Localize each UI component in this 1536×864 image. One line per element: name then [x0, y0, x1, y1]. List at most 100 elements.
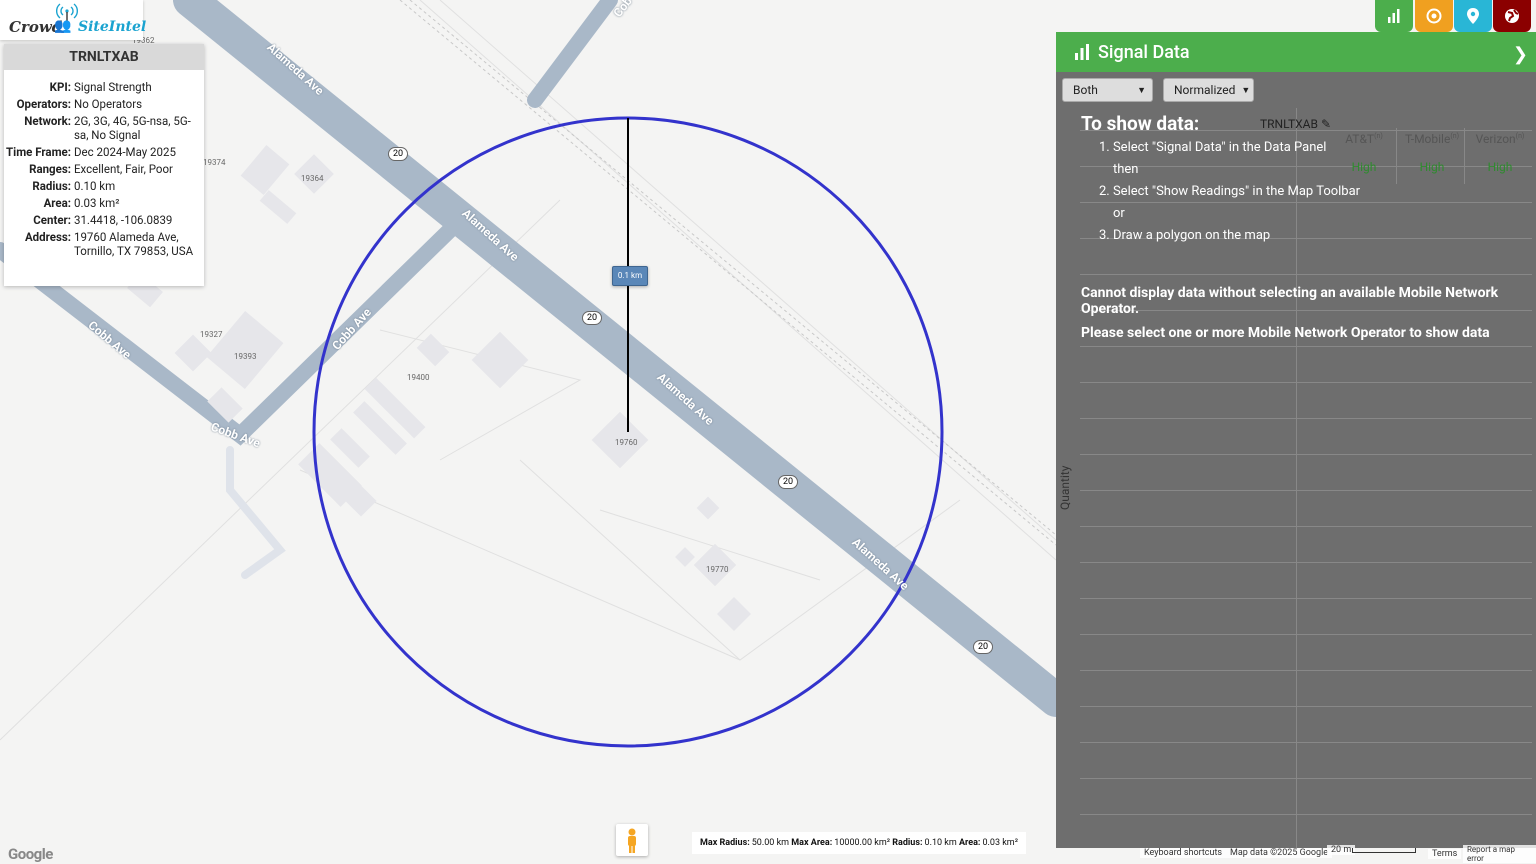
select-value: Normalized	[1174, 83, 1236, 97]
globe-button[interactable]	[1493, 0, 1531, 32]
info-key: Address:	[24, 230, 71, 244]
bar-chart-icon	[1075, 44, 1089, 60]
google-logo[interactable]: Google	[8, 845, 53, 863]
instruction-step: 3. Draw a polygon on the map	[1099, 228, 1271, 243]
target-icon	[1426, 8, 1442, 24]
status-value: 50.00 km	[751, 838, 790, 848]
target-button[interactable]	[1415, 0, 1453, 32]
warning-message: Cannot display data without selecting an…	[1081, 285, 1521, 341]
route-shield: 20	[582, 311, 602, 325]
site-info-title: TRNLTXAB	[4, 44, 204, 70]
info-value: Dec 2024-May 2025	[74, 145, 176, 159]
info-key: Radius:	[32, 179, 71, 193]
info-row-kpi: KPI: Signal Strength	[4, 80, 204, 94]
status-key: Max Radius:	[700, 838, 750, 848]
info-value: Signal Strength	[74, 80, 152, 94]
route-shield: 20	[973, 640, 993, 654]
info-key: Operators:	[16, 97, 71, 111]
parcel-label: 19327	[200, 330, 223, 339]
instructions: To show data: 1. Select "Signal Data" in…	[1081, 112, 1381, 243]
status-key: Area:	[958, 838, 981, 848]
instruction-step: 2. Select "Show Readings" in the Map Too…	[1099, 184, 1361, 199]
info-row-center: Center: 31.4418, -106.0839	[4, 213, 204, 227]
info-value: No Operators	[74, 97, 143, 111]
info-key: Center:	[33, 213, 71, 227]
operator-value: High	[1487, 160, 1513, 174]
pegman-icon	[628, 828, 636, 853]
info-row-timeframe: Time Frame: Dec 2024-May 2025	[4, 145, 204, 159]
map-status-bar: Max Radius: 50.00 km Max Area: 10000.00 km…	[692, 832, 1026, 854]
scale-label: 20 m	[1327, 845, 1356, 855]
panel-title: Signal Data	[1098, 41, 1190, 63]
globe-icon	[1505, 9, 1519, 23]
info-value: 19760 Alameda Ave, Tornillo, TX 79853, U…	[74, 230, 194, 258]
operator-sup: (n)	[1450, 132, 1460, 140]
status-value: 0.03 km²	[982, 838, 1019, 848]
signal-data-panel: Signal Data ❯ Both ▼ Normalized ▼ Quantity	[1056, 32, 1536, 848]
parcel-label: 19374	[203, 158, 226, 167]
chevron-down-icon: ▼	[1241, 85, 1251, 96]
info-key: Ranges:	[29, 162, 71, 176]
normalization-select[interactable]: Normalized ▼	[1163, 78, 1254, 102]
status-key: Max Area:	[791, 838, 833, 848]
operator-name: T-Mobile	[1404, 132, 1451, 146]
info-row-area: Area: 0.03 km²	[4, 196, 204, 210]
instruction-step: or	[1113, 206, 1125, 221]
street-view-pegman[interactable]	[616, 824, 648, 856]
terms-link[interactable]: Terms	[1428, 849, 1462, 859]
instruction-step: 1. Select "Signal Data" in the Data Pane…	[1099, 140, 1327, 155]
operator-verizon: Verizon(n) High	[1466, 132, 1534, 174]
select-value: Both	[1073, 83, 1098, 97]
parcel-label: 19364	[301, 174, 324, 183]
info-key: Time Frame:	[6, 145, 71, 159]
status-value: 10000.00 km²	[834, 838, 891, 848]
people-icon: 👥	[54, 18, 72, 34]
info-key: Area:	[43, 196, 71, 210]
route-shield: 20	[778, 475, 798, 489]
status-value: 0.10 km	[924, 838, 957, 848]
info-row-ranges: Ranges: Excellent, Fair, Poor	[4, 162, 204, 176]
logo-site-text: SiteIntel	[78, 19, 147, 35]
parcel-label: 19393	[234, 352, 257, 361]
warning-text: Please select one or more Mobile Network…	[1081, 325, 1490, 341]
info-value: 31.4418, -106.0839	[74, 213, 173, 227]
info-value: 2G, 3G, 4G, 5G-nsa, 5G-sa, No Signal	[74, 114, 191, 142]
info-row-operators: Operators: No Operators	[4, 97, 204, 111]
collapse-chevron-icon[interactable]: ❯	[1513, 44, 1528, 65]
operator-value: High	[1419, 160, 1445, 174]
instructions-title: To show data:	[1081, 112, 1200, 135]
signal-data-button[interactable]	[1375, 0, 1413, 32]
info-row-radius: Radius: 0.10 km	[4, 179, 204, 193]
map-pin-icon	[1467, 8, 1479, 24]
info-value: 0.10 km	[74, 179, 116, 193]
info-row-address: Address: 19760 Alameda Ave, Tornillo, TX …	[4, 230, 204, 258]
map-data-attribution: Map data ©2025 Google	[1226, 848, 1333, 858]
info-value: Excellent, Fair, Poor	[74, 162, 173, 176]
site-info-card: TRNLTXAB KPI: Signal Strength Operators: N…	[4, 44, 204, 286]
operator-sup: (n)	[1515, 132, 1525, 140]
direction-select[interactable]: Both ▼	[1062, 78, 1153, 102]
route-shield: 20	[388, 147, 408, 161]
status-key: Radius:	[892, 838, 923, 848]
y-axis-label: Quantity	[1058, 465, 1072, 510]
warning-text: Cannot display data without selecting an…	[1081, 285, 1499, 317]
instruction-step: then	[1113, 162, 1139, 177]
operator-tmobile: T-Mobile(n) High	[1398, 132, 1466, 174]
location-button[interactable]	[1454, 0, 1492, 32]
operator-name: Verizon	[1475, 132, 1516, 146]
scale-bar	[1352, 848, 1416, 853]
panel-header: Signal Data ❯	[1056, 32, 1536, 72]
parcel-label: 19770	[706, 565, 729, 574]
app-logo[interactable]: Crowd 👥 SiteIntel	[0, 0, 147, 40]
info-row-network: Network: 2G, 3G, 4G, 5G-nsa, 5G-sa, No Si…	[4, 114, 204, 142]
radius-label[interactable]: 0.1 km	[612, 266, 648, 286]
parcel-label: 19400	[407, 373, 430, 382]
keyboard-shortcuts-link[interactable]: Keyboard shortcuts	[1140, 848, 1227, 858]
bar-chart-icon	[1388, 9, 1400, 23]
info-key: KPI:	[49, 80, 71, 94]
report-map-error-link[interactable]: Report a map error	[1463, 845, 1536, 863]
info-key: Network:	[24, 114, 71, 128]
info-value: 0.03 km²	[74, 196, 120, 210]
parcel-label: 19760	[615, 438, 638, 447]
chevron-down-icon: ▼	[1137, 85, 1146, 96]
